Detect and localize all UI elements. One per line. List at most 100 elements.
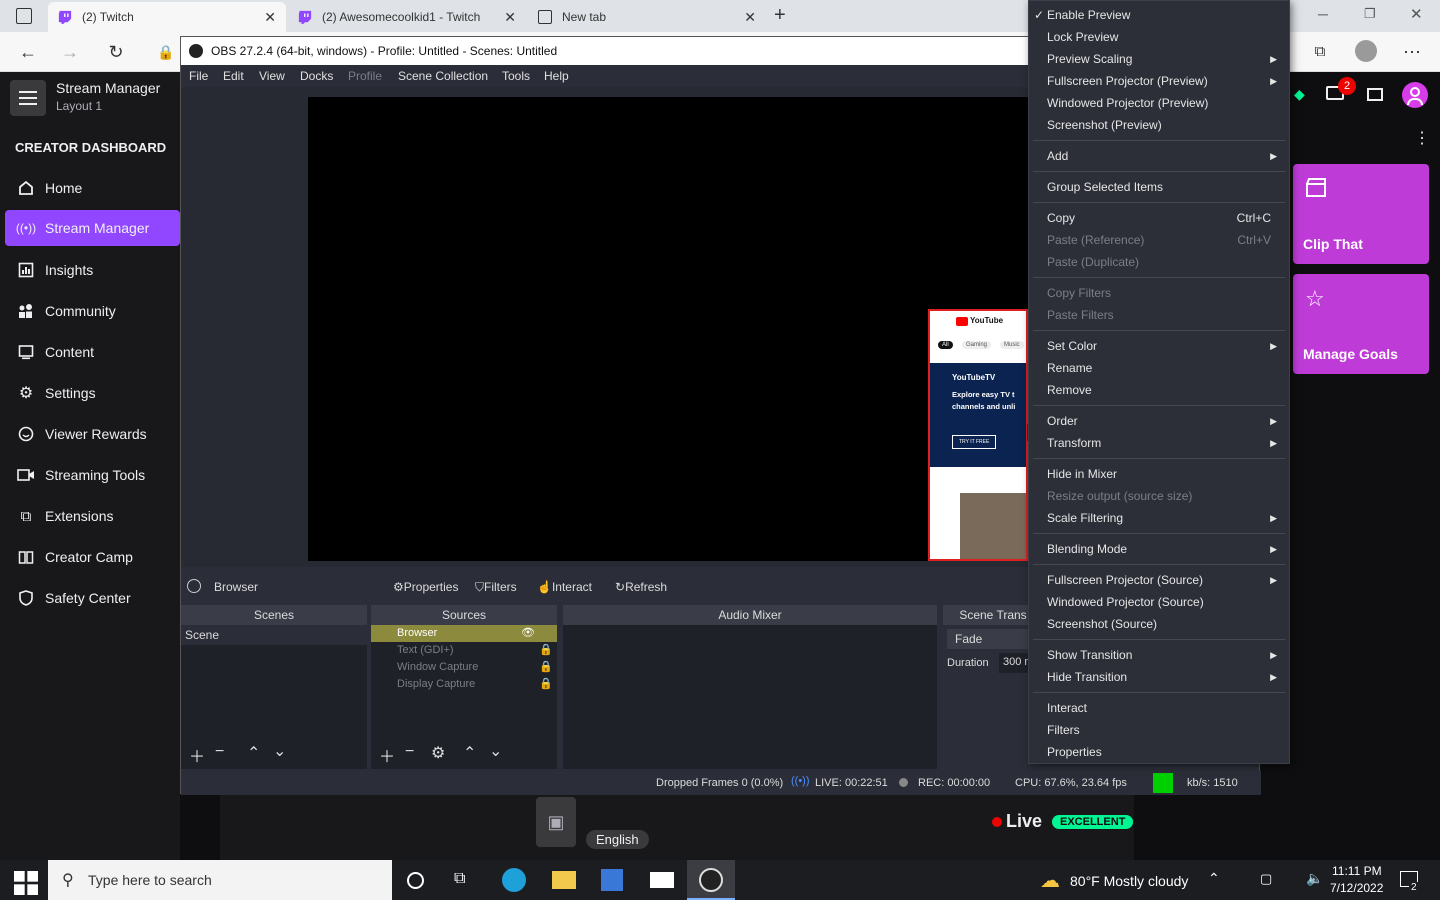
lock-icon[interactable]: 🔒 bbox=[539, 659, 553, 676]
tab-new[interactable]: New tab ✕ bbox=[528, 2, 766, 32]
add-source-button[interactable]: ＋ bbox=[379, 743, 395, 767]
sidebar-item-content[interactable]: Content bbox=[0, 334, 180, 370]
try-free-button[interactable]: TRY IT FREE bbox=[952, 435, 997, 449]
menu-scene-collection[interactable]: Scene Collection bbox=[398, 69, 488, 83]
close-tab-icon[interactable]: ✕ bbox=[264, 9, 276, 26]
remove-source-button[interactable]: − bbox=[405, 743, 414, 761]
menu-item-transform[interactable]: Transform ▶ bbox=[1029, 432, 1289, 454]
menu-item-show-transition[interactable]: Show Transition ▶ bbox=[1029, 644, 1289, 666]
menu-item-fullscreen-projector-source[interactable]: Fullscreen Projector (Source) ▶ bbox=[1029, 569, 1289, 591]
sidebar-item-insights[interactable]: Insights bbox=[0, 252, 180, 288]
move-down-button[interactable]: ⌄ bbox=[273, 741, 286, 761]
lock-icon[interactable]: 🔒 bbox=[539, 676, 553, 693]
menu-item-add[interactable]: Add ▶ bbox=[1029, 145, 1289, 167]
new-tab-button[interactable]: + bbox=[774, 4, 786, 27]
sidebar-item-streaming-tools[interactable]: Streaming Tools bbox=[0, 457, 180, 493]
source-item-browser[interactable]: Browser 👁 bbox=[371, 625, 557, 642]
source-item-display-capture[interactable]: Display Capture 🔒 bbox=[371, 676, 557, 693]
source-settings-icon[interactable]: ⚙ bbox=[431, 743, 445, 763]
menu-item-group-selected[interactable]: Group Selected Items bbox=[1029, 176, 1289, 198]
preview-canvas[interactable]: YouTube All Gaming Music YouTubeTV Explo… bbox=[308, 97, 1028, 561]
volume-icon[interactable]: 🔈 bbox=[1306, 870, 1323, 887]
remove-scene-button[interactable]: − bbox=[215, 743, 224, 761]
whispers-icon[interactable] bbox=[1367, 88, 1383, 101]
sidebar-item-creator-camp[interactable]: Creator Camp bbox=[0, 539, 180, 575]
menu-tools[interactable]: Tools bbox=[502, 69, 530, 83]
menu-item-preview-scaling[interactable]: Preview Scaling ▶ bbox=[1029, 48, 1289, 70]
eye-icon[interactable]: 👁 bbox=[521, 625, 535, 642]
quick-action-clip-that[interactable]: Clip That bbox=[1293, 164, 1429, 264]
sidebar-item-community[interactable]: Community bbox=[0, 293, 180, 329]
menu-item-filters[interactable]: Filters bbox=[1029, 719, 1289, 741]
refresh-button[interactable]: ↻Refresh bbox=[615, 580, 667, 594]
menu-item-order[interactable]: Order ▶ bbox=[1029, 410, 1289, 432]
sidebar-item-viewer-rewards[interactable]: Viewer Rewards bbox=[0, 416, 180, 452]
add-scene-button[interactable]: ＋ bbox=[189, 743, 205, 767]
menu-item-hide-transition[interactable]: Hide Transition ▶ bbox=[1029, 666, 1289, 688]
prime-icon[interactable]: ◆ bbox=[1294, 86, 1305, 103]
menu-item-rename[interactable]: Rename bbox=[1029, 357, 1289, 379]
network-icon[interactable]: ▢ bbox=[1260, 871, 1272, 887]
menu-item-copy[interactable]: Copy Ctrl+C bbox=[1029, 207, 1289, 229]
restore-button[interactable]: ❐ bbox=[1364, 6, 1376, 22]
stream-thumbnail-icon[interactable]: ▣ bbox=[536, 797, 576, 847]
clock-date[interactable]: 7/12/2022 bbox=[1330, 881, 1383, 895]
task-view-icon[interactable]: ⧉ bbox=[454, 870, 465, 888]
mail-icon[interactable] bbox=[650, 872, 674, 888]
menu-item-screenshot-source[interactable]: Screenshot (Source) bbox=[1029, 613, 1289, 635]
move-up-button[interactable]: ⌃ bbox=[463, 743, 476, 763]
move-down-button[interactable]: ⌄ bbox=[489, 741, 502, 761]
menu-item-blending-mode[interactable]: Blending Mode ▶ bbox=[1029, 538, 1289, 560]
tab-twitch[interactable]: (2) Twitch ✕ bbox=[48, 2, 286, 32]
edge-icon[interactable] bbox=[502, 868, 526, 892]
panel-more-icon[interactable]: ⋮ bbox=[1414, 128, 1430, 148]
obs-taskbar-button[interactable] bbox=[687, 860, 735, 900]
back-button[interactable]: ← bbox=[16, 40, 40, 64]
menu-item-properties[interactable]: Properties bbox=[1029, 741, 1289, 763]
taskbar-search-box[interactable]: ⚲ Type here to search bbox=[48, 860, 392, 900]
store-icon[interactable] bbox=[601, 869, 623, 891]
sidebar-item-safety-center[interactable]: Safety Center bbox=[0, 580, 180, 616]
source-item-window-capture[interactable]: Window Capture 🔒 bbox=[371, 659, 557, 676]
weather-text[interactable]: 80°F Mostly cloudy bbox=[1070, 873, 1188, 889]
windows-start-icon[interactable] bbox=[14, 871, 38, 895]
file-explorer-icon[interactable] bbox=[552, 871, 576, 889]
menu-item-enable-preview[interactable]: ✓ Enable Preview bbox=[1029, 4, 1289, 26]
menu-item-interact[interactable]: Interact bbox=[1029, 697, 1289, 719]
menu-toggle-icon[interactable] bbox=[10, 80, 46, 116]
close-tab-icon[interactable]: ✕ bbox=[744, 9, 756, 26]
sidebar-item-home[interactable]: Home bbox=[0, 170, 180, 206]
reload-button[interactable]: ↻ bbox=[104, 40, 128, 64]
tab-awesomecoolkid[interactable]: (2) Awesomecoolkid1 - Twitch ✕ bbox=[288, 2, 526, 32]
collections-icon[interactable]: ⧉ bbox=[1308, 40, 1332, 64]
scene-item[interactable]: Scene bbox=[181, 625, 367, 645]
profile-avatar[interactable] bbox=[1355, 40, 1377, 62]
menu-help[interactable]: Help bbox=[544, 69, 569, 83]
audio-mixer-panel[interactable] bbox=[563, 625, 937, 769]
language-tag[interactable]: English bbox=[586, 830, 649, 849]
menu-item-lock-preview[interactable]: Lock Preview bbox=[1029, 26, 1289, 48]
forward-button[interactable]: → bbox=[58, 40, 82, 64]
sidebar-item-settings[interactable]: ⚙ Settings bbox=[0, 375, 180, 411]
menu-item-fullscreen-projector-preview[interactable]: Fullscreen Projector (Preview) ▶ bbox=[1029, 70, 1289, 92]
minimize-button[interactable]: ─ bbox=[1318, 6, 1328, 22]
close-window-button[interactable]: ✕ bbox=[1410, 5, 1423, 23]
menu-view[interactable]: View bbox=[259, 69, 285, 83]
move-up-button[interactable]: ⌃ bbox=[247, 743, 260, 763]
close-tab-icon[interactable]: ✕ bbox=[504, 9, 516, 26]
menu-profile[interactable]: Profile bbox=[348, 69, 382, 83]
menu-item-windowed-projector-source[interactable]: Windowed Projector (Source) bbox=[1029, 591, 1289, 613]
menu-item-scale-filtering[interactable]: Scale Filtering ▶ bbox=[1029, 507, 1289, 529]
menu-item-remove[interactable]: Remove bbox=[1029, 379, 1289, 401]
system-tray-chevron-icon[interactable]: ⌃ bbox=[1208, 870, 1220, 887]
interact-button[interactable]: ☝Interact bbox=[537, 580, 592, 594]
sidebar-item-stream-manager[interactable]: ((•)) Stream Manager bbox=[5, 210, 180, 246]
menu-item-hide-in-mixer[interactable]: Hide in Mixer bbox=[1029, 463, 1289, 485]
quick-action-manage-goals[interactable]: ☆ Manage Goals bbox=[1293, 274, 1429, 374]
sidebar-item-extensions[interactable]: ⧉ Extensions bbox=[0, 498, 180, 534]
menu-file[interactable]: File bbox=[189, 69, 208, 83]
user-avatar[interactable] bbox=[1402, 82, 1428, 108]
menu-docks[interactable]: Docks bbox=[300, 69, 333, 83]
menu-edit[interactable]: Edit bbox=[223, 69, 244, 83]
filters-button[interactable]: ⛉Filters bbox=[475, 580, 517, 595]
